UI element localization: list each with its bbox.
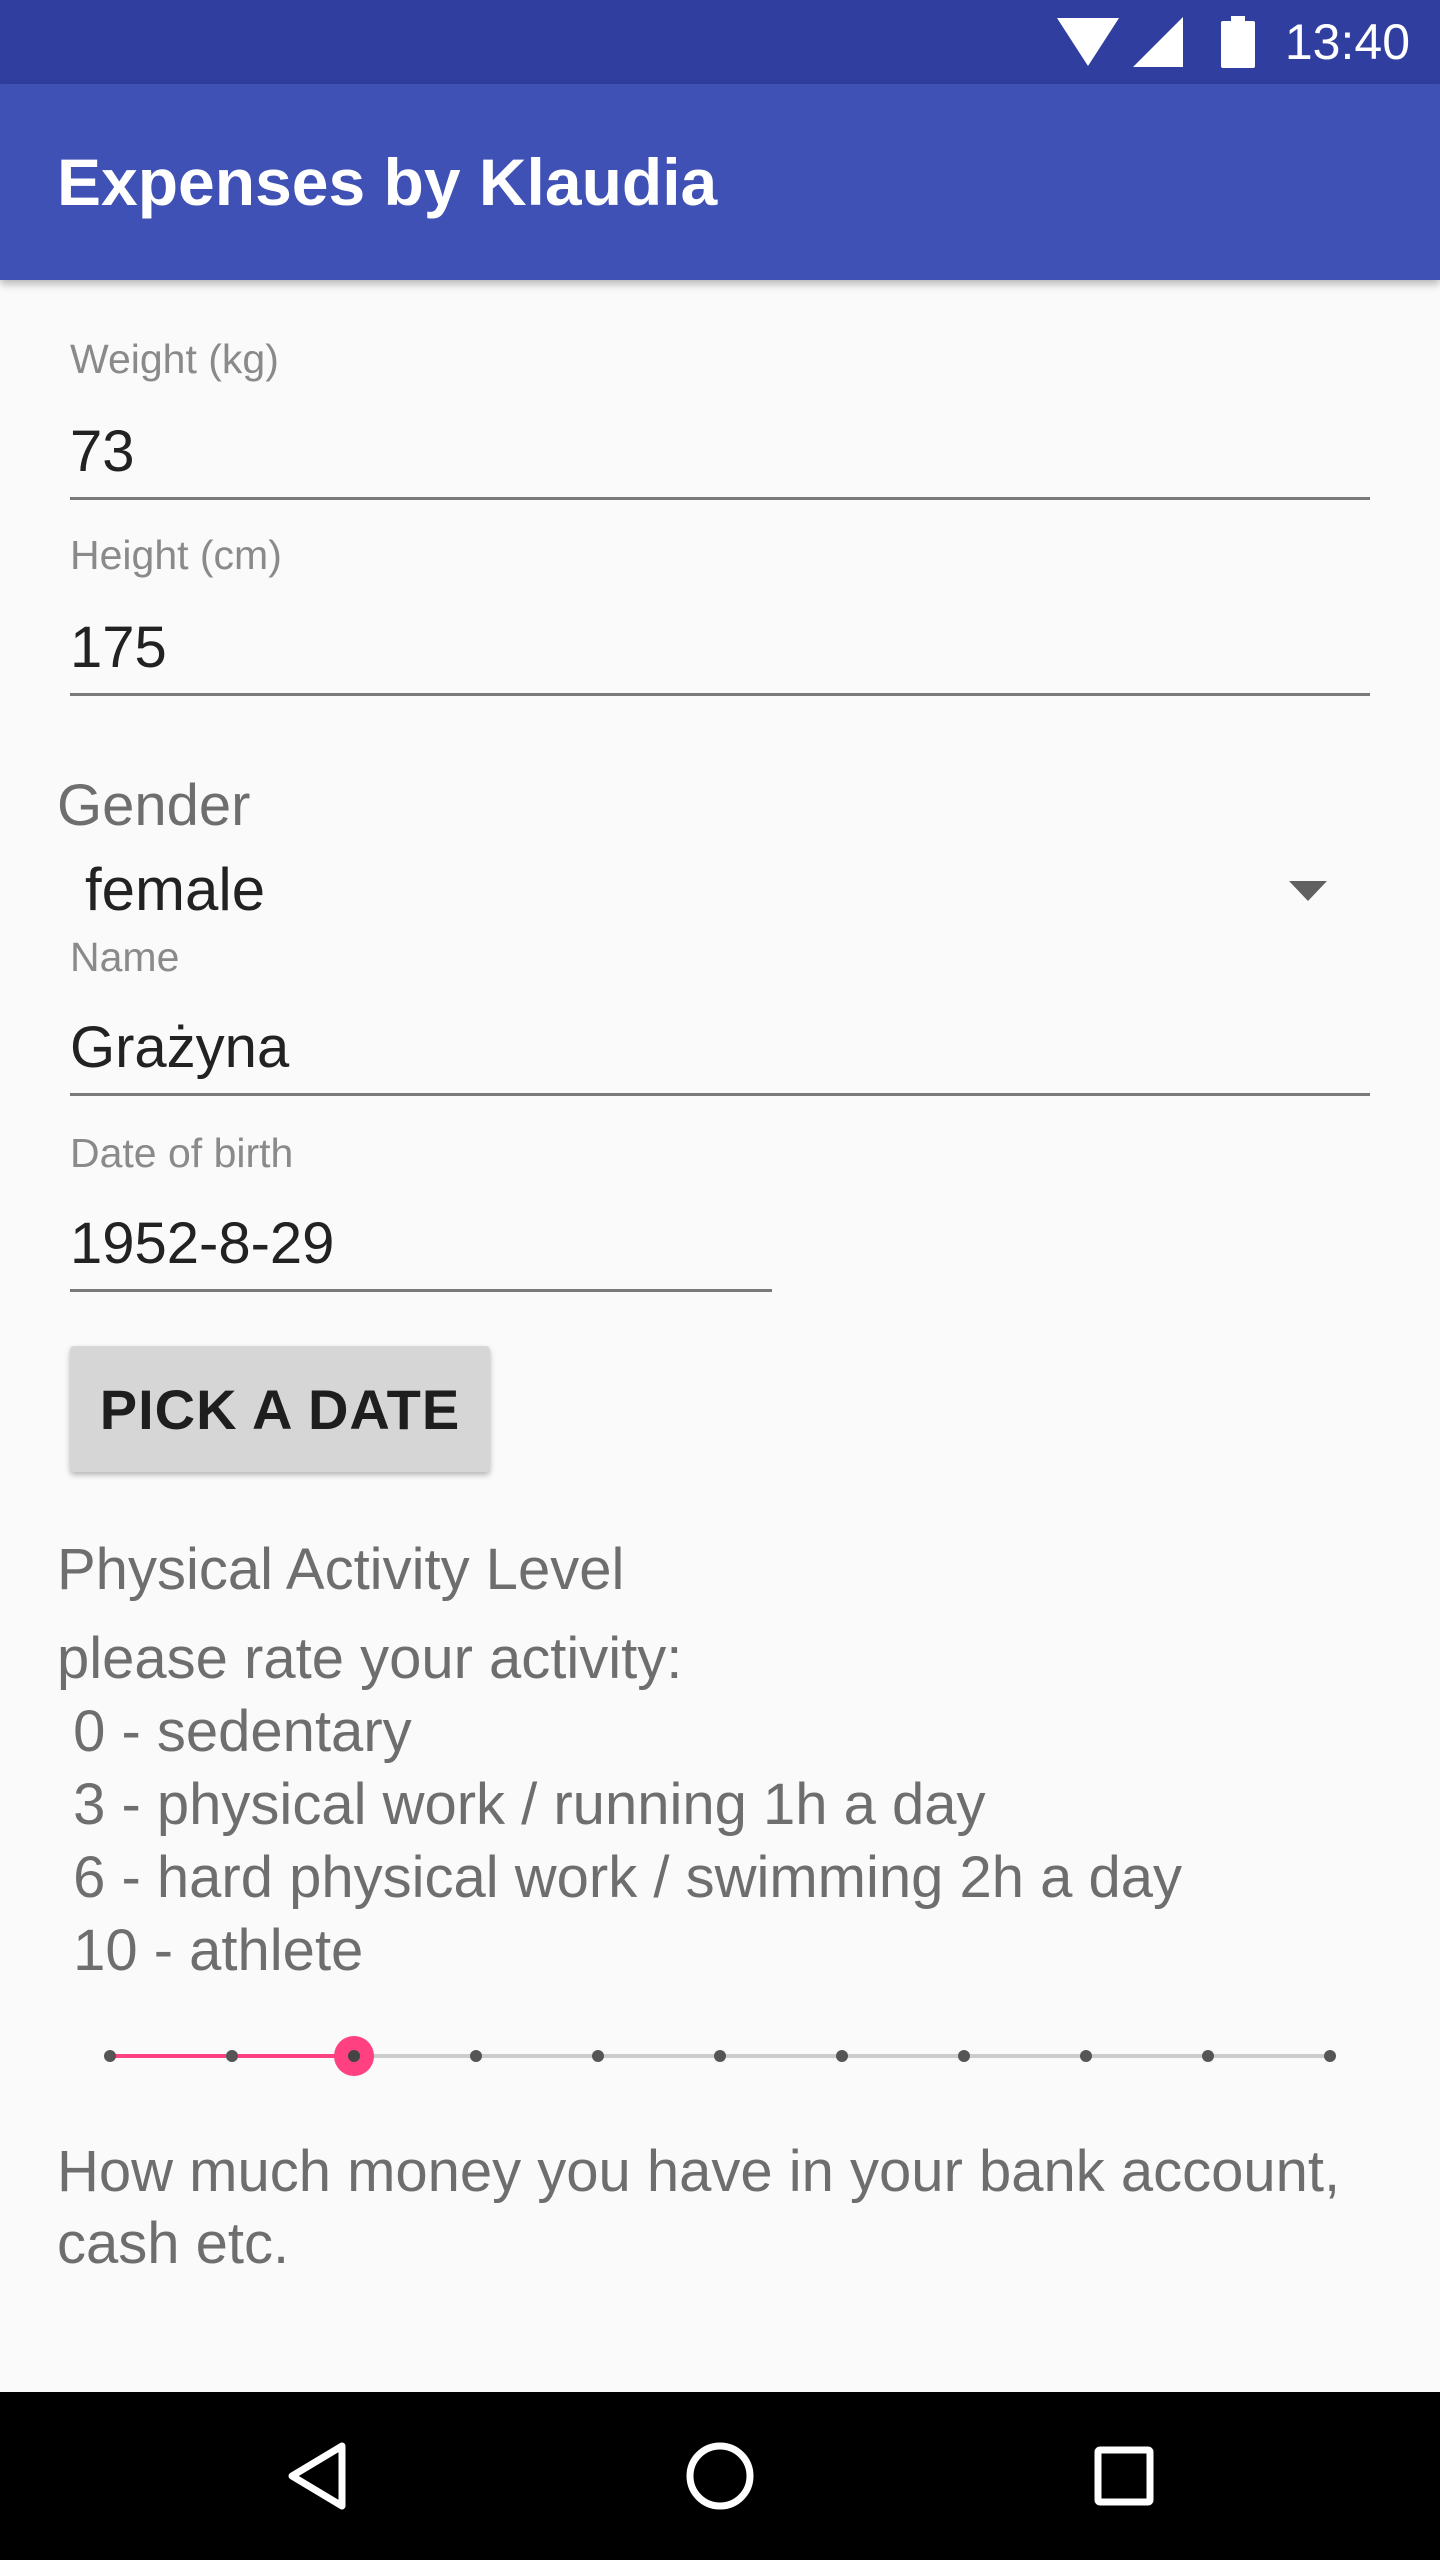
- activity-help-line: 3 - physical work / running 1h a day: [57, 1772, 986, 1837]
- slider-tick: [226, 2050, 238, 2062]
- name-label: Name: [70, 934, 180, 980]
- slider-tick: [958, 2050, 970, 2062]
- app-bar: Expenses by Klaudia: [0, 84, 1440, 280]
- gender-title: Gender: [57, 773, 251, 838]
- slider-tick: [592, 2050, 604, 2062]
- slider-tick: [836, 2050, 848, 2062]
- app-screen: 13:40 Expenses by Klaudia Weight (kg) He…: [0, 0, 1440, 2560]
- money-title: How much money you have in your bank acc…: [57, 2139, 1341, 2276]
- slider-tick: [714, 2050, 726, 2062]
- activity-help-line: 10 - athlete: [57, 1918, 364, 1983]
- slider-thumb-dot: [348, 2050, 360, 2062]
- status-bar: 13:40: [0, 0, 1440, 84]
- slider-tick: [1324, 2050, 1336, 2062]
- activity-help-line: 6 - hard physical work / swimming 2h a d…: [57, 1845, 1182, 1910]
- slider-tick: [470, 2050, 482, 2062]
- status-icons: 13:40: [1056, 0, 1410, 84]
- back-icon: [288, 2442, 346, 2510]
- slider-tick: [1202, 2050, 1214, 2062]
- activity-help-text: please rate your activity: 0 - sedentary…: [57, 1622, 1182, 1987]
- gender-value: female: [85, 856, 266, 923]
- activity-help-line: 0 - sedentary: [57, 1699, 412, 1764]
- date-of-birth-label: Date of birth: [70, 1130, 294, 1176]
- pick-date-button[interactable]: PICK A DATE: [70, 1346, 490, 1472]
- name-input[interactable]: [70, 1010, 1370, 1096]
- weight-label: Weight (kg): [70, 336, 279, 382]
- battery-icon: [1220, 16, 1255, 68]
- app-title: Expenses by Klaudia: [57, 145, 718, 219]
- height-label: Height (cm): [70, 532, 282, 578]
- recents-button[interactable]: [1074, 2426, 1174, 2526]
- recents-icon: [1094, 2446, 1154, 2506]
- slider-tick: [1080, 2050, 1092, 2062]
- status-time: 13:40: [1284, 14, 1410, 70]
- dropdown-arrow-icon: [1289, 881, 1327, 901]
- signal-icon: [1132, 17, 1183, 67]
- height-input[interactable]: [70, 610, 1370, 696]
- activity-title: Physical Activity Level: [57, 1537, 625, 1602]
- weight-input[interactable]: [70, 414, 1370, 500]
- home-icon: [686, 2442, 754, 2510]
- activity-slider[interactable]: [80, 2016, 1370, 2096]
- wifi-icon: [1056, 18, 1119, 66]
- gender-dropdown[interactable]: female: [57, 845, 1327, 935]
- date-of-birth-input[interactable]: [70, 1206, 772, 1292]
- slider-tick: [104, 2050, 116, 2062]
- home-button[interactable]: [670, 2426, 770, 2526]
- back-button[interactable]: [266, 2426, 366, 2526]
- navigation-bar: [0, 2392, 1440, 2560]
- activity-help-line: please rate your activity:: [57, 1626, 683, 1691]
